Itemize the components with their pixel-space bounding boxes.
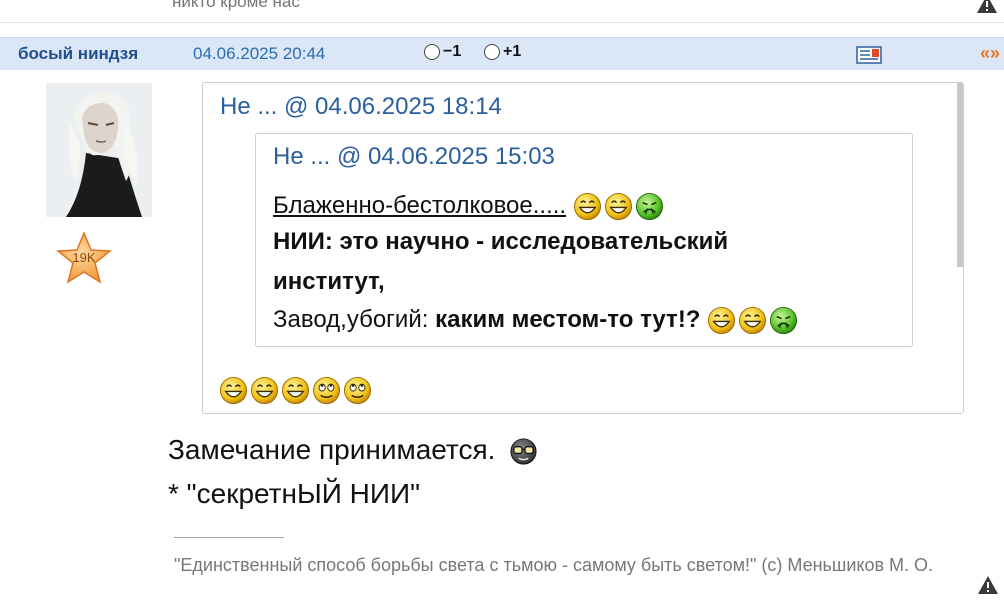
quote-outer: Не ... @ 04.06.2025 18:14 Не ... @ 04.06… <box>202 82 964 414</box>
quote-line-4-plain: Завод,убогий: <box>273 306 436 333</box>
grin-smiley-icon <box>281 376 310 405</box>
avatar-image <box>46 83 152 217</box>
post-header: босый ниндзя 04.06.2025 20:44 −1 +1 «» <box>0 37 1004 70</box>
quote-line-3: институт, <box>273 268 385 295</box>
rolling-eyes-smiley-icon <box>312 376 341 405</box>
green-smiley-icon <box>769 306 798 335</box>
message-icon[interactable] <box>856 46 882 64</box>
vote-plus-radio[interactable] <box>484 44 500 60</box>
smiley-group-3 <box>219 376 372 405</box>
quote-outer-header-link[interactable]: Не ... @ 04.06.2025 18:14 <box>220 93 502 121</box>
reply-line-1: Замечание принимается. <box>168 434 538 466</box>
reply-line-2: * "секретнЫЙ НИИ" <box>168 478 421 509</box>
smiley-group-1 <box>573 192 664 221</box>
green-smiley-icon <box>635 192 664 221</box>
grin-smiley-icon <box>707 306 736 335</box>
vote-minus-label: −1 <box>443 43 462 60</box>
reply-line-1-text: Замечание принимается. <box>168 434 496 465</box>
report-warning-icon[interactable] <box>976 0 998 14</box>
vote-minus[interactable]: −1 <box>424 43 461 61</box>
grin-smiley-icon <box>250 376 279 405</box>
vote-plus[interactable]: +1 <box>484 43 521 61</box>
post-date-link[interactable]: 04.06.2025 20:44 <box>193 44 325 64</box>
grin-smiley-icon <box>219 376 248 405</box>
avatar[interactable] <box>46 83 152 217</box>
quote-line-1-text: Блаженно-бестолковое..... <box>273 192 567 219</box>
report-warning-icon[interactable] <box>977 575 999 595</box>
signature: "Единственный способ борьбы света с тьмо… <box>174 555 934 575</box>
smiley-group-2 <box>707 306 798 335</box>
post-author-link[interactable]: босый ниндзя <box>18 44 138 64</box>
quote-line-1: Блаженно-бестолковое..... <box>273 192 664 221</box>
quote-inner-header-link[interactable]: Не ... @ 04.06.2025 15:03 <box>273 143 555 171</box>
quote-scrollbar[interactable] <box>957 83 963 267</box>
signature-divider <box>174 537 284 538</box>
quote-line-4-bold: каким местом-то тут!? <box>435 306 701 333</box>
grin-smiley-icon <box>604 192 633 221</box>
rolling-eyes-smiley-icon <box>343 376 372 405</box>
rating-star-icon: 19K <box>55 232 113 284</box>
vote-plus-label: +1 <box>503 43 522 60</box>
grin-smiley-icon <box>738 306 767 335</box>
grin-smiley-icon <box>573 192 602 221</box>
nerd-smiley-icon <box>509 437 538 466</box>
quote-line-4: Завод,убогий: каким местом-то тут!? <box>273 306 798 335</box>
vote-minus-radio[interactable] <box>424 44 440 60</box>
quote-inner: Не ... @ 04.06.2025 15:03 Блаженно-бесто… <box>255 133 913 347</box>
rating-badge-text: 19K <box>72 250 95 265</box>
previous-post-footer: никто кроме нас <box>0 0 1004 23</box>
previous-post-signature: никто кроме нас <box>172 0 300 11</box>
quote-reply-button[interactable]: «» <box>980 43 1000 64</box>
quote-line-2: НИИ: это научно - исследовательский <box>273 228 729 255</box>
